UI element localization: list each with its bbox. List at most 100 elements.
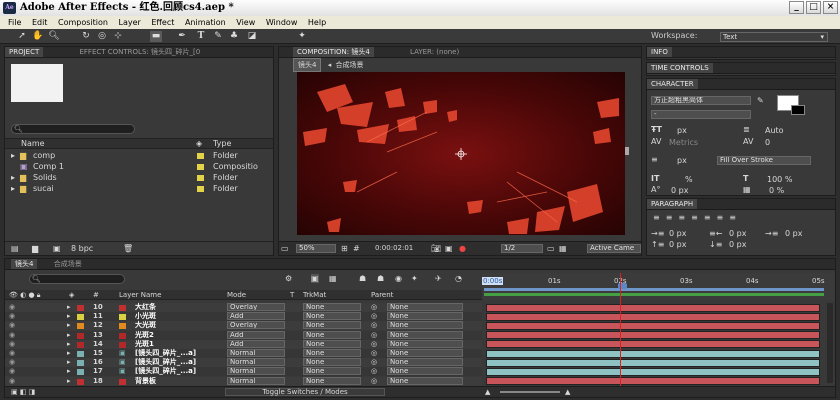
minimize-button[interactable]: _ — [789, 1, 804, 14]
column-type-header[interactable]: Type — [213, 139, 231, 149]
trkmat-dropdown[interactable]: None — [303, 349, 361, 357]
column-parent-header[interactable]: Parent — [371, 290, 393, 300]
indent-first-value[interactable]: 0 px — [785, 229, 802, 238]
menu-composition[interactable]: Composition — [58, 18, 108, 27]
tab-project[interactable]: PROJECT — [5, 47, 44, 57]
layer-row[interactable]: ◉ ▸ 12 大光斑 Overlay None ◎ None — [5, 321, 482, 331]
hide-shy-icon[interactable]: ☗ — [359, 274, 366, 283]
resolution-dropdown[interactable]: 1/2 — [501, 244, 543, 253]
label-color-swatch[interactable] — [77, 323, 84, 330]
frame-blending-icon[interactable]: ☗ — [377, 274, 384, 283]
pickwhip-icon[interactable]: ◎ — [371, 321, 377, 330]
anchor-tool-icon[interactable]: ⊹ — [112, 31, 124, 42]
region-of-interest-icon[interactable]: ▭ — [547, 244, 555, 253]
layer-duration-bar[interactable] — [486, 312, 820, 321]
eye-icon[interactable]: ◉ — [9, 358, 15, 367]
layer-duration-bar[interactable] — [486, 340, 820, 349]
timeline-search-input[interactable] — [29, 274, 125, 284]
draft-3d-icon[interactable]: ▦ — [329, 274, 337, 283]
trkmat-dropdown[interactable]: None — [303, 358, 361, 367]
column-trkmat-header[interactable]: TrkMat — [303, 290, 326, 300]
space-after-value[interactable]: 0 px — [729, 240, 746, 249]
kerning-value[interactable]: Metrics — [669, 138, 698, 147]
menu-file[interactable]: File — [8, 18, 21, 27]
timeline-scrollbar[interactable] — [827, 303, 833, 383]
layer-name[interactable]: 大光斑 — [135, 321, 156, 330]
tab-timeline-comp[interactable]: 镜头4 — [11, 259, 38, 269]
blend-mode-dropdown[interactable]: Normal — [227, 349, 285, 357]
pickwhip-icon[interactable]: ◎ — [371, 367, 377, 376]
layer-row[interactable]: ◉ ▸ 16 ▣ [镜头四_碎片_...a] Normal None ◎ None — [5, 358, 482, 368]
trkmat-dropdown[interactable]: None — [303, 367, 361, 376]
column-mode-header[interactable]: Mode — [227, 290, 246, 300]
indent-right-value[interactable]: 0 px — [729, 229, 746, 238]
layer-row[interactable]: ◉ ▸ 18 背景板 Normal None ◎ None — [5, 376, 482, 386]
tab-character[interactable]: CHARACTER — [647, 79, 698, 89]
live-update-icon[interactable]: ▣ — [311, 274, 319, 283]
safe-margins-icon[interactable]: ⊞ — [341, 244, 348, 253]
vertical-scale-value[interactable]: % — [685, 175, 693, 184]
trkmat-dropdown[interactable]: None — [303, 303, 361, 311]
eyedropper-icon[interactable]: ✎ — [757, 96, 764, 105]
layer-duration-bar[interactable] — [486, 321, 820, 330]
eye-icon[interactable]: ◉ — [9, 331, 15, 340]
disclosure-icon[interactable]: ▸ — [67, 303, 71, 312]
layer-row[interactable]: ◉ ▸ 15 ▣ [镜头四_碎片_...a] Normal None ◎ None — [5, 349, 482, 358]
stroke-color-swatch[interactable] — [791, 105, 805, 115]
disclosure-icon[interactable]: ▸ — [11, 183, 15, 194]
layer-row[interactable]: ◉ ▸ 10 大红条 Overlay None ◎ None — [5, 303, 482, 312]
camera-dropdown[interactable]: Active Came — [587, 244, 641, 253]
column-name-header[interactable]: Name — [21, 139, 45, 149]
tab-composition[interactable]: COMPOSITION: 镜头4 — [293, 47, 374, 57]
layer-name[interactable]: [镜头四_碎片_...a] — [135, 358, 196, 367]
composition-viewer[interactable] — [297, 72, 625, 235]
disclosure-icon[interactable]: ▸ — [67, 377, 71, 386]
disclosure-icon[interactable]: ▸ — [11, 172, 15, 183]
project-item[interactable]: ▸ ▆ sucai Folder — [5, 183, 273, 194]
mask-tool-icon[interactable]: ▬ — [150, 31, 162, 42]
label-color-swatch[interactable] — [77, 378, 84, 385]
viewer-resize-handle[interactable] — [625, 147, 629, 155]
pickwhip-icon[interactable]: ◎ — [371, 377, 377, 386]
trkmat-dropdown[interactable]: None — [303, 321, 361, 330]
close-button[interactable]: × — [823, 1, 838, 14]
tab-effect-controls[interactable]: EFFECT CONTROLS: 镜头四_碎片_[0 — [75, 47, 204, 57]
layer-duration-bar[interactable] — [486, 331, 820, 340]
stroke-mode-dropdown[interactable]: Fill Over Stroke — [717, 156, 811, 165]
space-before-value[interactable]: 0 px — [669, 240, 686, 249]
label-color-swatch[interactable] — [77, 351, 84, 357]
zoom-tool-icon[interactable]: 🔍︎ — [48, 31, 60, 42]
label-color-swatch[interactable] — [77, 332, 84, 339]
current-timecode[interactable]: 0:00:02:01 — [375, 244, 413, 252]
disclosure-icon[interactable]: ▸ — [67, 331, 71, 340]
disclosure-icon[interactable]: ▸ — [67, 321, 71, 330]
menu-layer[interactable]: Layer — [119, 18, 141, 27]
parent-dropdown[interactable]: None — [387, 376, 463, 385]
trash-icon[interactable]: 🗑︎ — [123, 242, 133, 255]
breadcrumb-item[interactable]: 合成场景 — [335, 61, 363, 69]
auto-keyframe-icon[interactable]: ◔ — [455, 274, 462, 283]
eraser-tool-icon[interactable]: ◪ — [246, 31, 258, 42]
parent-dropdown[interactable]: None — [387, 303, 463, 311]
layer-name[interactable]: 大红条 — [135, 303, 156, 312]
tab-time-controls[interactable]: TIME CONTROLS — [647, 63, 713, 73]
pickwhip-icon[interactable]: ◎ — [371, 312, 377, 321]
snapshot-icon[interactable]: 📷︎ — [431, 244, 441, 253]
font-size-value[interactable]: px — [677, 126, 687, 135]
layer-name[interactable]: [镜头四_碎片_...a] — [135, 367, 196, 376]
parent-dropdown[interactable]: None — [387, 349, 463, 357]
zoom-slider[interactable] — [500, 391, 560, 393]
layer-duration-bar[interactable] — [486, 377, 820, 386]
layer-name[interactable]: [镜头四_碎片_...a] — [135, 349, 196, 358]
column-t-header[interactable]: T — [290, 290, 294, 300]
comp-mini-flowchart-icon[interactable]: ⚙ — [285, 274, 292, 283]
indent-left-value[interactable]: 0 px — [669, 229, 686, 238]
menu-edit[interactable]: Edit — [32, 18, 48, 27]
eye-icon[interactable]: ◉ — [9, 377, 15, 386]
pickwhip-icon[interactable]: ◎ — [371, 340, 377, 349]
blend-mode-dropdown[interactable]: Add — [227, 339, 285, 348]
trkmat-dropdown[interactable]: None — [303, 376, 361, 385]
pickwhip-icon[interactable]: ◎ — [371, 303, 377, 312]
blend-mode-dropdown[interactable]: Normal — [227, 358, 285, 367]
layer-row[interactable]: ◉ ▸ 14 光斑1 Add None ◎ None — [5, 339, 482, 349]
